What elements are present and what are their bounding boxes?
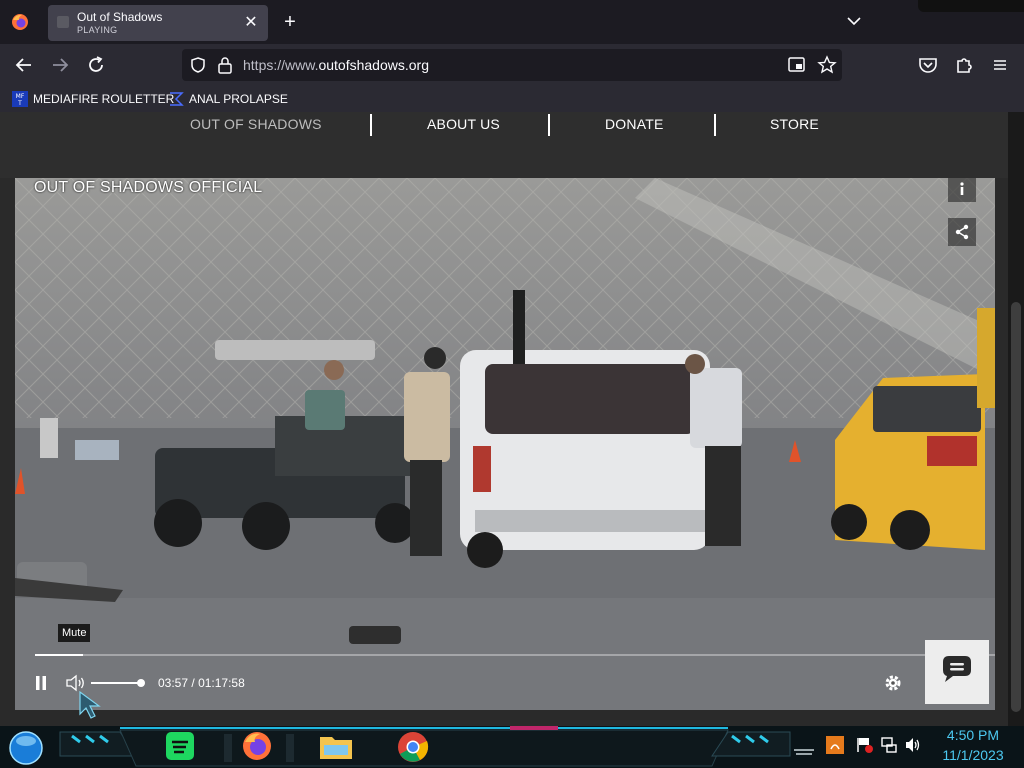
mediafire-icon: MF T: [12, 91, 28, 107]
video-share-button[interactable]: [948, 218, 976, 246]
volume-slider[interactable]: [91, 679, 145, 687]
video-duration: 01:17:58: [198, 676, 245, 690]
chat-bubble-icon: [943, 656, 971, 682]
scrollbar-thumb[interactable]: [1011, 302, 1021, 712]
taskbar: 4:50 PM 11/1/2023: [0, 726, 1024, 768]
speaker-icon[interactable]: [904, 736, 922, 754]
tracking-shield-icon[interactable]: [189, 56, 207, 74]
settings-gear-icon[interactable]: [883, 673, 903, 693]
nav-separator: [548, 114, 550, 136]
java-update-icon[interactable]: [826, 736, 844, 754]
taskbar-clock-time[interactable]: 4:50 PM: [928, 727, 1018, 743]
current-time: 03:57: [158, 676, 189, 690]
channel-title[interactable]: OUT OF SHADOWS OFFICIAL: [34, 179, 262, 197]
url-prefix: https://www.: [243, 57, 319, 73]
video-player[interactable]: OUT OF SHADOWS OFFICIAL Mute 03:57 / 01:…: [15, 178, 995, 710]
time-separator: /: [191, 676, 195, 690]
pocket-icon[interactable]: [916, 53, 940, 77]
nav-donate[interactable]: DONATE: [605, 116, 664, 132]
chat-widget-button[interactable]: [925, 640, 989, 704]
bookmarks-toolbar: MF T MEDIAFIRE ROULETTER ANAL PROLAPSE: [0, 86, 1024, 112]
lock-icon[interactable]: [217, 56, 233, 74]
screen: Out of Shadows PLAYING ✕ + https://www.o…: [0, 0, 1024, 768]
video-info-button[interactable]: [948, 178, 976, 202]
nav-out-of-shadows[interactable]: OUT OF SHADOWS: [190, 116, 322, 132]
info-icon: [960, 182, 964, 195]
page-scrollbar[interactable]: [1008, 112, 1024, 726]
extensions-puzzle-icon[interactable]: [952, 53, 976, 77]
tab-favicon-icon: [57, 16, 69, 28]
bookmark-label: ANAL PROLAPSE: [189, 92, 288, 106]
network-icon[interactable]: [880, 736, 898, 754]
nav-separator: [370, 114, 372, 136]
taskbar-clock-date[interactable]: 11/1/2023: [928, 747, 1018, 763]
volume-slider-handle[interactable]: [137, 679, 145, 687]
browser-tab-strip: Out of Shadows PLAYING ✕ +: [0, 0, 1024, 44]
nav-separator: [714, 114, 716, 136]
bookmark-anal-prolapse[interactable]: ANAL PROLAPSE: [168, 90, 288, 108]
tab-title: Out of Shadows: [77, 10, 163, 24]
bookmark-mediafire-rouletter[interactable]: MF T MEDIAFIRE ROULETTER: [12, 90, 174, 108]
nav-store[interactable]: STORE: [770, 116, 819, 132]
video-frame[interactable]: [15, 178, 995, 710]
mouse-cursor-icon: [79, 690, 101, 719]
bookmark-star-icon[interactable]: [817, 55, 837, 75]
bookmark-label: MEDIAFIRE ROULETTER: [33, 92, 175, 106]
svg-text:T: T: [17, 100, 22, 107]
sigma-icon: [170, 92, 184, 106]
nav-about-us[interactable]: ABOUT US: [427, 116, 500, 132]
site-navigation: OUT OF SHADOWS ABOUT US DONATE STORE: [0, 112, 1008, 178]
list-all-tabs-chevron-icon[interactable]: [843, 10, 865, 32]
tab-playing-status: PLAYING: [77, 25, 118, 35]
forward-arrow-icon[interactable]: [48, 53, 72, 77]
share-icon: [955, 224, 969, 240]
firefox-taskbar-icon[interactable]: [240, 729, 274, 763]
browser-toolbar: https://www.outofshadows.org: [0, 44, 1024, 86]
address-bar[interactable]: https://www.outofshadows.org: [182, 49, 842, 81]
chrome-icon[interactable]: [396, 730, 430, 764]
tab-out-of-shadows[interactable]: Out of Shadows PLAYING ✕: [48, 5, 268, 41]
new-tab-button[interactable]: +: [278, 10, 302, 34]
video-time: 03:57 / 01:17:58: [158, 676, 245, 690]
volume-slider-fill: [91, 682, 141, 684]
url-text[interactable]: https://www.outofshadows.org: [243, 57, 429, 73]
mute-tooltip: Mute: [58, 624, 91, 642]
firefox-icon[interactable]: [10, 12, 30, 32]
window-controls[interactable]: [918, 0, 1024, 12]
start-orb-icon[interactable]: [8, 730, 44, 766]
file-explorer-icon[interactable]: [318, 731, 354, 761]
show-hidden-icons-icon[interactable]: [792, 736, 816, 758]
reload-icon[interactable]: [84, 53, 108, 77]
spotify-icon[interactable]: [164, 730, 196, 762]
action-center-flag-icon[interactable]: [856, 736, 874, 754]
url-domain: outofshadows.org: [318, 57, 429, 73]
picture-in-picture-icon[interactable]: [788, 57, 806, 73]
tab-close-icon[interactable]: ✕: [242, 14, 260, 32]
hamburger-menu-icon[interactable]: [988, 53, 1012, 77]
back-arrow-icon[interactable]: [12, 53, 36, 77]
video-progress-bar[interactable]: [35, 654, 995, 656]
svg-text:MF: MF: [16, 93, 25, 100]
video-progress-fill: [35, 654, 84, 656]
pause-icon[interactable]: [33, 674, 49, 692]
